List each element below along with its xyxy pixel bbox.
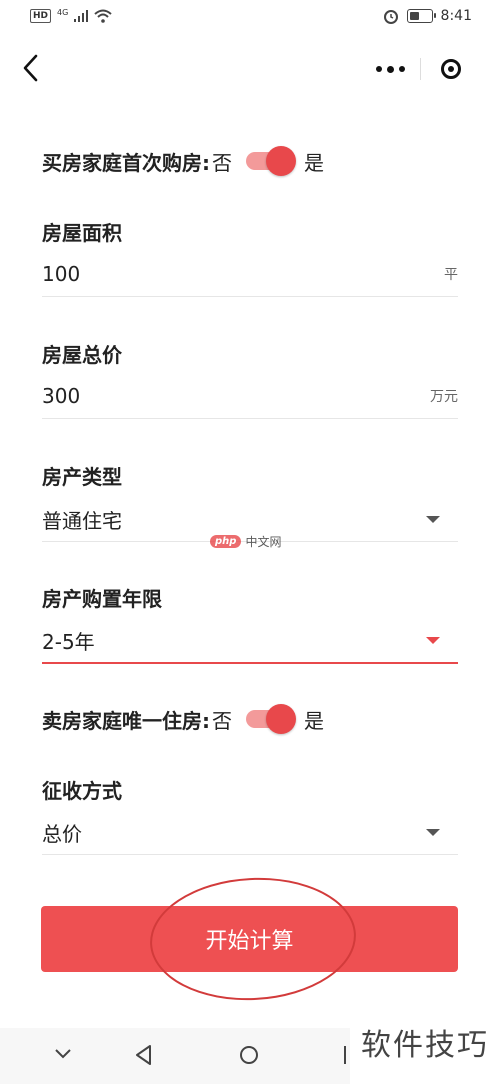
area-value: 100 bbox=[42, 262, 81, 286]
miniprogram-capsule bbox=[360, 50, 482, 88]
more-dot-icon bbox=[398, 66, 405, 72]
years-held-label: 房产购置年限 bbox=[42, 587, 162, 611]
status-right: 8:41 bbox=[383, 8, 472, 24]
network-type: 4G bbox=[57, 7, 69, 17]
years-held-select[interactable]: 2-5年 bbox=[42, 618, 458, 664]
php-logo: php bbox=[210, 535, 242, 548]
more-dot-icon bbox=[386, 65, 394, 73]
total-price-label: 房屋总价 bbox=[42, 343, 122, 367]
home-circle-icon[interactable] bbox=[240, 1046, 258, 1064]
chevron-left-icon bbox=[23, 54, 38, 82]
close-miniprogram-button[interactable] bbox=[421, 50, 481, 88]
first-home-row: 买房家庭首次购房: 否 是 bbox=[42, 146, 324, 176]
area-unit: 平 bbox=[444, 267, 458, 283]
nav-bar bbox=[0, 36, 500, 102]
seller-only-home-row: 卖房家庭唯一住房: 否 是 bbox=[42, 704, 324, 734]
area-label: 房屋面积 bbox=[42, 221, 122, 245]
more-dot-icon bbox=[375, 66, 382, 72]
watermark-corner: 软件技巧 bbox=[350, 1000, 500, 1084]
battery-icon bbox=[406, 9, 436, 23]
first-home-yes: 是 bbox=[304, 150, 324, 175]
levy-method-label: 征收方式 bbox=[42, 779, 122, 803]
watermark-php: php 中文网 bbox=[210, 533, 281, 550]
hd-badge: HD bbox=[30, 9, 52, 23]
status-left: HD 4G bbox=[30, 7, 112, 23]
levy-method-value: 总价 bbox=[42, 821, 82, 846]
levy-method-select[interactable]: 总价 bbox=[42, 810, 458, 855]
back-triangle-icon[interactable] bbox=[134, 1044, 154, 1066]
area-input[interactable]: 100 平 bbox=[42, 252, 458, 297]
seller-only-home-yes: 是 bbox=[304, 708, 324, 733]
caret-down-icon bbox=[426, 636, 440, 644]
seller-only-home-switch[interactable] bbox=[244, 704, 296, 734]
years-held-value: 2-5年 bbox=[42, 629, 95, 654]
property-type-label: 房产类型 bbox=[42, 465, 122, 489]
first-home-switch[interactable] bbox=[244, 146, 296, 176]
caret-down-icon bbox=[426, 828, 440, 836]
battery-fill bbox=[409, 12, 419, 20]
status-time: 8:41 bbox=[440, 8, 472, 24]
total-price-input[interactable]: 300 万元 bbox=[42, 374, 458, 419]
wifi-icon bbox=[94, 9, 112, 23]
first-home-label: 买房家庭首次购房: bbox=[42, 150, 210, 175]
switch-knob bbox=[266, 146, 296, 176]
watermark-text: 中文网 bbox=[245, 535, 282, 549]
caret-down-icon bbox=[426, 515, 440, 523]
property-type-value: 普通住宅 bbox=[42, 508, 122, 533]
total-price-unit: 万元 bbox=[430, 389, 458, 405]
target-icon bbox=[441, 59, 461, 79]
seller-only-home-no: 否 bbox=[212, 708, 232, 733]
signal-icon bbox=[74, 10, 89, 22]
screen: HD 4G 8:41 买房家庭首次购房: 否 是 房屋面积 100 平 房屋总价… bbox=[0, 0, 500, 1084]
chevron-down-icon[interactable] bbox=[54, 1042, 72, 1066]
seller-only-home-label: 卖房家庭唯一住房: bbox=[42, 708, 210, 733]
more-button[interactable] bbox=[360, 50, 420, 88]
start-calculation-button[interactable]: 开始计算 bbox=[41, 906, 458, 972]
status-bar: HD 4G 8:41 bbox=[0, 0, 500, 36]
alarm-icon bbox=[383, 10, 398, 24]
switch-knob bbox=[266, 704, 296, 734]
back-button[interactable] bbox=[16, 50, 46, 86]
total-price-value: 300 bbox=[42, 384, 81, 408]
first-home-no: 否 bbox=[212, 150, 232, 175]
